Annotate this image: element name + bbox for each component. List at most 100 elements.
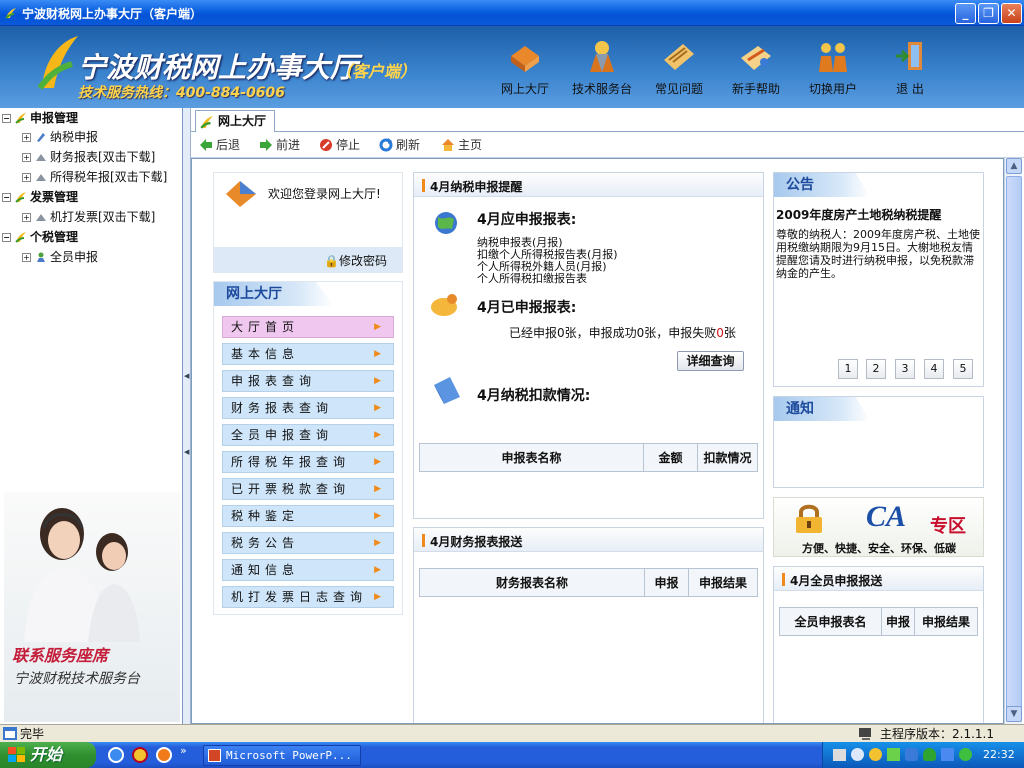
menu-item-income-tax-query[interactable]: 所得税年报查询 ▶ [222,451,394,473]
browser-toolbar: 后退 前进 停止 刷新 主页 [191,132,1024,158]
security-icon[interactable] [959,748,972,761]
window-title-bar: 宁波财税网上办事大厅（客户端） _ ❐ ✕ [0,0,1024,26]
nav-help-button[interactable]: 新手帮助 [719,26,793,108]
start-button[interactable]: 开始 [0,742,96,768]
exit-icon [896,42,922,70]
nav-switch-user-button[interactable]: 切换用户 [796,26,870,108]
ca-zone-banner[interactable]: CA 专区 方便、快捷、安全、环保、低碳 [773,497,984,557]
back-button[interactable]: 后退 [199,136,240,154]
stop-button[interactable]: 停止 [319,136,360,154]
tree-item-tax-declare[interactable]: + 纳税申报 [22,128,98,146]
menu-item-basic-info[interactable]: 基本信息 ▶ [222,343,394,365]
tree-group-personal-tax[interactable]: − 个税管理 [2,228,78,246]
collapse-icon[interactable]: − [2,193,11,202]
scroll-thumb[interactable] [1006,176,1022,708]
shield-icon[interactable] [923,748,936,761]
page-button[interactable]: 2 [866,359,886,379]
arrow-right-icon: ▶ [374,457,381,467]
page-button[interactable]: 1 [838,359,858,379]
leaf-icon [15,232,26,243]
splitter-arrow-icon: ◀ [184,372,190,380]
home-button[interactable]: 主页 [441,136,482,154]
nav-faq-button[interactable]: 常见问题 [642,26,716,108]
expand-icon[interactable]: + [22,133,31,142]
page-button[interactable]: 5 [953,359,973,379]
welcome-arrow-icon [226,181,256,207]
page-done-icon [3,727,17,740]
tab-hall[interactable]: 网上大厅 [195,110,275,132]
change-password-link[interactable]: 🔒修改密码 [324,252,387,269]
scroll-up-icon[interactable]: ▲ [1006,158,1022,174]
faq-icon [664,44,694,70]
leaf-icon [15,192,26,203]
forward-button[interactable]: 前进 [259,136,300,154]
close-button[interactable]: ✕ [1001,3,1022,24]
restore-button[interactable]: ❐ [978,3,999,24]
detail-query-button[interactable]: 详细查询 [677,351,744,371]
nav-hall-button[interactable]: 网上大厅 [488,26,562,108]
tab-strip: 网上大厅 [191,108,1024,132]
menu-item-notice-info[interactable]: 通知信息 ▶ [222,559,394,581]
menu-item-invoice-log-query[interactable]: 机打发票日志查询 ▶ [222,586,394,608]
minimize-button[interactable]: _ [955,3,976,24]
nav-label: 新手帮助 [731,82,780,96]
notice-title: 通知 [774,397,870,421]
hand-icon [431,294,457,316]
nav-label: 网上大厅 [500,82,549,96]
menu-item-invoiced-tax-query[interactable]: 已开票税款查询 ▶ [222,478,394,500]
clock[interactable]: 22:32 [983,742,1015,768]
page-button[interactable]: 3 [895,359,915,379]
tree-item-machine-invoice[interactable]: + 机打发票[双击下载] [22,208,155,226]
keyboard-icon[interactable] [833,749,846,761]
chevron-right-icon[interactable]: » [180,744,187,757]
tree-item-finance-report[interactable]: + 财务报表[双击下载] [22,148,155,166]
service-desk-banner[interactable]: 联系服务座席 宁波财税技术服务台 [4,492,180,722]
device-icon[interactable] [941,748,954,761]
expand-icon[interactable]: + [22,253,31,262]
column-header: 金额 [643,443,698,472]
switch-user-icon [819,43,847,72]
ie-quicklaunch-icon[interactable] [108,747,124,763]
menu-item-finance-query[interactable]: 财务报表查询 ▶ [222,397,394,419]
refresh-icon [379,138,393,152]
expand-icon[interactable]: + [22,173,31,182]
vertical-scrollbar[interactable]: ▲ ▼ [1004,158,1022,724]
collapse-icon[interactable]: − [2,114,11,123]
qq-tray-icon[interactable] [869,748,882,761]
refresh-button[interactable]: 刷新 [379,136,420,154]
finance-table: 财务报表名称 申报 申报结果 [419,568,758,597]
notice-panel: 通知 [773,396,984,488]
tree-item-income-tax-annual[interactable]: + 所得税年报[双击下载] [22,168,167,186]
column-header: 扣款情况 [697,443,758,472]
browser-quicklaunch-icon[interactable] [156,747,172,763]
menu-item-hall-home[interactable]: 大厅首页 ▶ [222,316,394,338]
nav-exit-button[interactable]: 退 出 [873,26,947,108]
collapse-icon[interactable]: − [2,233,11,242]
scroll-down-icon[interactable]: ▼ [1006,706,1022,722]
welcome-text: 欢迎您登录网上大厅! [268,187,381,201]
taskbar-powerpoint-item[interactable]: Microsoft PowerP... [203,745,361,766]
system-tray: 22:32 [822,742,1024,768]
panel-splitter[interactable]: ◀ ◀ [183,108,191,724]
app-icon [5,8,16,19]
all-staff-table: 全员申报表名 申报 申报结果 [779,607,978,636]
column-header: 申报结果 [914,607,978,636]
menu-item-tax-type[interactable]: 税种鉴定 ▶ [222,505,394,527]
expand-icon[interactable]: + [22,153,31,162]
page-button[interactable]: 4 [924,359,944,379]
announcement-headline[interactable]: 2009年度房产土地税纳税提醒 [776,206,941,223]
speaker-icon[interactable] [905,748,918,761]
nav-service-desk-button[interactable]: 技术服务台 [565,26,639,108]
tree-group-declare[interactable]: − 申报管理 [2,109,78,127]
qq-quicklaunch-icon[interactable] [132,747,148,763]
menu-item-tax-announcement[interactable]: 税务公告 ▶ [222,532,394,554]
arrow-right-icon: ▶ [374,430,381,440]
computer-icon [859,728,871,740]
tree-item-all-staff[interactable]: + 全员申报 [22,248,98,266]
network-icon[interactable] [887,748,900,761]
menu-item-all-staff-query[interactable]: 全员申报查询 ▶ [222,424,394,446]
expand-tray-icon[interactable] [851,748,864,761]
tree-group-invoice[interactable]: − 发票管理 [2,188,78,206]
expand-icon[interactable]: + [22,213,31,222]
menu-item-declaration-query[interactable]: 申报表查询 ▶ [222,370,394,392]
